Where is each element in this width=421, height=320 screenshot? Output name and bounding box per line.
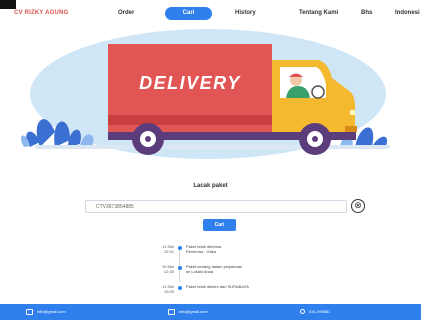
- leaf-decoration-right: [355, 127, 388, 148]
- timeline-description: Paket telah diterima Penerima : Gaka: [186, 244, 222, 254]
- brand-logo[interactable]: CV RIZKY AGUNG: [14, 10, 68, 16]
- nav-item-cari[interactable]: Cari: [165, 7, 212, 20]
- nav-item-language[interactable]: Bhs: [361, 10, 372, 16]
- footer-phone-text: 031-999881: [309, 309, 331, 314]
- timeline-date: 10 Mei 12:35: [161, 264, 174, 274]
- timeline-dot: [178, 266, 182, 270]
- timeline-entry: 11 Mei 13:00 Paket telah dikirim dari SU…: [151, 283, 301, 299]
- truck-bumper: [345, 126, 357, 132]
- footer-email-text: info@gmail.com: [37, 309, 66, 314]
- truck-front-wheel: [299, 123, 331, 155]
- mail-icon: [168, 308, 175, 315]
- timeline-date: 11 Mei 13:00: [162, 284, 174, 294]
- timeline-entry: 10 Mei 12:35 Paket sedang dalam perjalan…: [151, 263, 301, 279]
- footer-mail[interactable]: info@gmail.com: [168, 308, 208, 316]
- tracking-number-input[interactable]: [85, 200, 347, 213]
- timeline-description: Paket sedang dalam perjalanan ke Lokasi …: [186, 264, 243, 274]
- timeline-dot: [178, 286, 182, 290]
- track-package-title: Lacak paket: [193, 183, 228, 189]
- footer-phone[interactable]: 031-999881: [300, 308, 330, 316]
- timeline-dot: [178, 246, 182, 250]
- delivery-hero-illustration: DELIVERY: [20, 29, 390, 159]
- footer-email[interactable]: info@gmail.com: [26, 308, 66, 316]
- email-icon: [26, 308, 33, 315]
- nav-item-history[interactable]: History: [235, 10, 256, 16]
- nav-item-tentang-kami[interactable]: Tentang Kami: [299, 10, 338, 16]
- timeline-description: Paket telah dikirim dari SURABAYA: [186, 284, 249, 289]
- timeline-entry: 11 Mei 12:31 Paket telah diterima Peneri…: [151, 243, 301, 259]
- footer-mail-text: info@gmail.com: [179, 309, 208, 314]
- tracking-timeline: 11 Mei 12:31 Paket telah diterima Peneri…: [151, 243, 301, 299]
- ground-shadow: [35, 145, 390, 149]
- truck-delivery-label: DELIVERY: [139, 73, 241, 93]
- clear-icon[interactable]: ⊗: [351, 199, 365, 213]
- truck-cargo-stripe: [108, 115, 272, 125]
- timeline-date: 11 Mei 12:31: [162, 244, 174, 254]
- truck-headlight: [350, 110, 355, 115]
- footer-bar: info@gmail.com info@gmail.com 031-999881: [0, 304, 421, 320]
- nav-item-language-value[interactable]: Indonesi: [395, 10, 420, 16]
- phone-icon: [300, 309, 305, 315]
- nav-item-order[interactable]: Order: [118, 10, 134, 16]
- truck-rear-wheel: [132, 123, 164, 155]
- search-button[interactable]: Cari: [203, 219, 236, 231]
